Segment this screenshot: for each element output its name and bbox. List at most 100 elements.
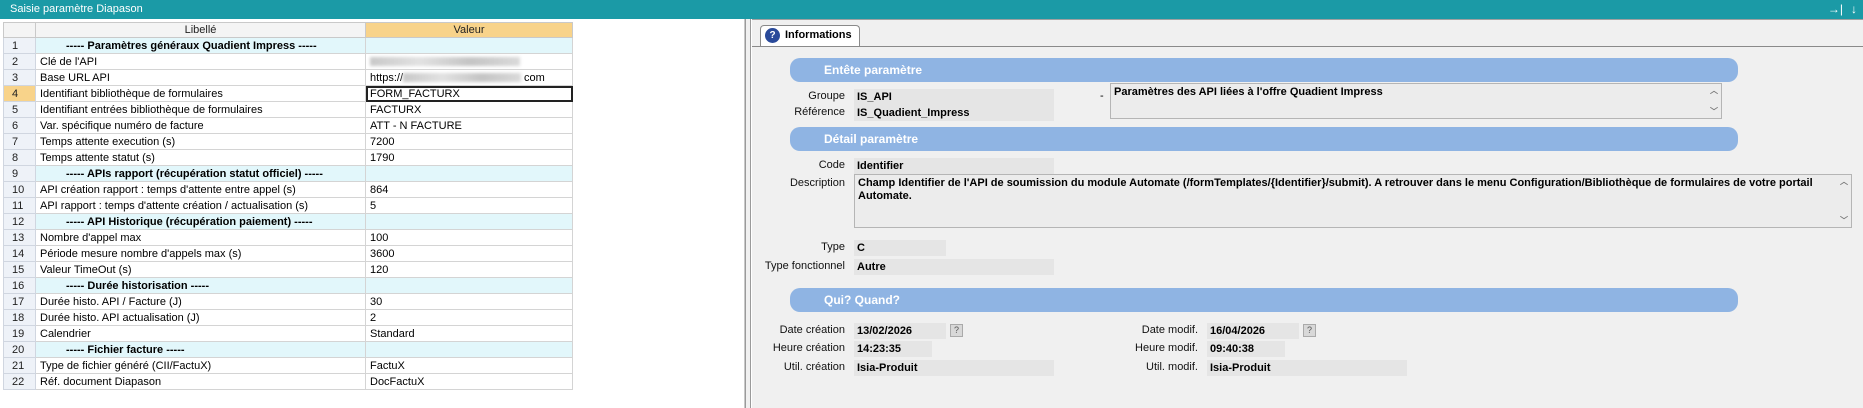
- row-label[interactable]: Durée histo. API / Facture (J): [35, 293, 366, 310]
- row-value[interactable]: DocFactuX: [365, 373, 573, 390]
- row-number[interactable]: 5: [3, 101, 36, 118]
- type-fonctionnel-field[interactable]: Autre: [854, 259, 1054, 275]
- scroll-up-icon[interactable]: ︿: [1840, 175, 1848, 188]
- row-value[interactable]: ATT - N FACTURE: [365, 117, 573, 134]
- row-number[interactable]: 14: [3, 245, 36, 262]
- row-value[interactable]: FactuX: [365, 357, 573, 374]
- grid-section-row[interactable]: 12 ----- API Historique (récupération pai…: [3, 213, 573, 230]
- grid-row[interactable]: 11 API rapport : temps d'attente création…: [3, 197, 573, 214]
- grid-section-row[interactable]: 16 ----- Durée historisation -----: [3, 277, 573, 294]
- grid-row[interactable]: 10 API création rapport : temps d'attente…: [3, 181, 573, 198]
- row-number[interactable]: 4: [3, 85, 36, 102]
- row-label[interactable]: API création rapport : temps d'attente e…: [35, 181, 366, 198]
- grid-row[interactable]: 18 Durée histo. API actualisation (J) 2: [3, 309, 573, 326]
- code-field[interactable]: Identifier: [854, 158, 1054, 174]
- pin-right-icon[interactable]: →|: [1828, 0, 1843, 19]
- heure-creation-field[interactable]: 14:23:35: [854, 341, 932, 357]
- row-value[interactable]: 1790: [365, 149, 573, 166]
- row-label[interactable]: Base URL API: [35, 69, 366, 86]
- column-header-label[interactable]: Libellé: [35, 22, 366, 38]
- groupe-description-memo[interactable]: Paramètres des API liées à l'offre Quadi…: [1110, 83, 1722, 119]
- row-number[interactable]: 16: [3, 277, 36, 294]
- row-number[interactable]: 13: [3, 229, 36, 246]
- grid-row[interactable]: 15 Valeur TimeOut (s) 120: [3, 261, 573, 278]
- grid-corner[interactable]: [3, 22, 36, 38]
- section-header-qui-quand[interactable]: Qui? Quand?: [790, 288, 1738, 312]
- row-label[interactable]: Réf. document Diapason: [35, 373, 366, 390]
- row-value[interactable]: 7200: [365, 133, 573, 150]
- row-number[interactable]: 10: [3, 181, 36, 198]
- section-header-entete[interactable]: Entête paramètre: [790, 58, 1738, 82]
- row-value[interactable]: FACTURX: [365, 101, 573, 118]
- row-label[interactable]: Valeur TimeOut (s): [35, 261, 366, 278]
- download-icon[interactable]: ↓: [1851, 0, 1857, 19]
- row-value[interactable]: 5: [365, 197, 573, 214]
- grid-section-row[interactable]: 1 ----- Paramètres généraux Quadient Impr…: [3, 37, 573, 54]
- scroll-down-icon[interactable]: ﹀: [1840, 214, 1848, 227]
- row-label[interactable]: ----- Fichier facture -----: [35, 341, 366, 358]
- heure-modif-field[interactable]: 09:40:38: [1207, 341, 1285, 357]
- row-number[interactable]: 21: [3, 357, 36, 374]
- grid-row[interactable]: 2 Clé de l'API: [3, 53, 573, 70]
- row-value[interactable]: https:// com: [365, 69, 573, 86]
- row-label[interactable]: ----- APIs rapport (récupération statut …: [35, 165, 366, 182]
- row-value[interactable]: [365, 277, 573, 294]
- row-number[interactable]: 11: [3, 197, 36, 214]
- grid-row[interactable]: 17 Durée histo. API / Facture (J) 30: [3, 293, 573, 310]
- grid-row[interactable]: 8 Temps attente statut (s) 1790: [3, 149, 573, 166]
- row-value[interactable]: 30: [365, 293, 573, 310]
- row-number[interactable]: 12: [3, 213, 36, 230]
- memo-scrollbar[interactable]: ︿ ﹀: [1837, 175, 1851, 227]
- grid-row[interactable]: 6 Var. spécifique numéro de facture ATT - …: [3, 117, 573, 134]
- column-header-value[interactable]: Valeur: [365, 22, 573, 38]
- row-value[interactable]: 100: [365, 229, 573, 246]
- grid-section-row[interactable]: 9 ----- APIs rapport (récupération statut…: [3, 165, 573, 182]
- row-value[interactable]: 120: [365, 261, 573, 278]
- grid-row[interactable]: 5 Identifiant entrées bibliothèque de for…: [3, 101, 573, 118]
- grid-row[interactable]: 14 Période mesure nombre d'appels max (s)…: [3, 245, 573, 262]
- row-number[interactable]: 8: [3, 149, 36, 166]
- grid-row[interactable]: 21 Type de fichier généré (CII/FactuX) Fac…: [3, 357, 573, 374]
- row-label[interactable]: API rapport : temps d'attente création /…: [35, 197, 366, 214]
- row-number[interactable]: 17: [3, 293, 36, 310]
- row-label[interactable]: ----- Paramètres généraux Quadient Impre…: [35, 37, 366, 54]
- row-number[interactable]: 15: [3, 261, 36, 278]
- row-value[interactable]: 3600: [365, 245, 573, 262]
- date-creation-help-icon[interactable]: ?: [950, 324, 963, 337]
- row-label[interactable]: Nombre d'appel max: [35, 229, 366, 246]
- util-creation-field[interactable]: Isia-Produit: [854, 360, 1054, 376]
- grid-row[interactable]: 13 Nombre d'appel max 100: [3, 229, 573, 246]
- memo-scrollbar[interactable]: ︿ ﹀: [1707, 84, 1721, 118]
- row-number[interactable]: 19: [3, 325, 36, 342]
- row-value[interactable]: [365, 53, 573, 70]
- row-number[interactable]: 9: [3, 165, 36, 182]
- grid-row[interactable]: 19 Calendrier Standard: [3, 325, 573, 342]
- row-number[interactable]: 1: [3, 37, 36, 54]
- row-number[interactable]: 22: [3, 373, 36, 390]
- pane-splitter[interactable]: [745, 19, 751, 408]
- row-label[interactable]: Période mesure nombre d'appels max (s): [35, 245, 366, 262]
- row-number[interactable]: 6: [3, 117, 36, 134]
- row-label[interactable]: ----- API Historique (récupération paiem…: [35, 213, 366, 230]
- row-label[interactable]: Durée histo. API actualisation (J): [35, 309, 366, 326]
- groupe-field[interactable]: IS_API: [854, 89, 1054, 105]
- row-number[interactable]: 20: [3, 341, 36, 358]
- util-modif-field[interactable]: Isia-Produit: [1207, 360, 1407, 376]
- row-label[interactable]: Identifiant bibliothèque de formulaires: [35, 85, 366, 102]
- row-label[interactable]: Calendrier: [35, 325, 366, 342]
- row-label[interactable]: Temps attente execution (s): [35, 133, 366, 150]
- row-value-active-cell[interactable]: FORM_FACTURX: [365, 85, 573, 102]
- row-number[interactable]: 18: [3, 309, 36, 326]
- scroll-up-icon[interactable]: ︿: [1710, 84, 1718, 97]
- row-value[interactable]: 864: [365, 181, 573, 198]
- date-creation-field[interactable]: 13/02/2026: [854, 323, 946, 339]
- row-value[interactable]: [365, 165, 573, 182]
- section-header-detail[interactable]: Détail paramètre: [790, 127, 1738, 151]
- scroll-down-icon[interactable]: ﹀: [1710, 105, 1718, 118]
- description-memo[interactable]: Champ Identifier de l'API de soumission …: [854, 174, 1852, 228]
- row-label[interactable]: Var. spécifique numéro de facture: [35, 117, 366, 134]
- row-value[interactable]: Standard: [365, 325, 573, 342]
- row-label[interactable]: ----- Durée historisation -----: [35, 277, 366, 294]
- grid-row[interactable]: 22 Réf. document Diapason DocFactuX: [3, 373, 573, 390]
- date-modif-help-icon[interactable]: ?: [1303, 324, 1316, 337]
